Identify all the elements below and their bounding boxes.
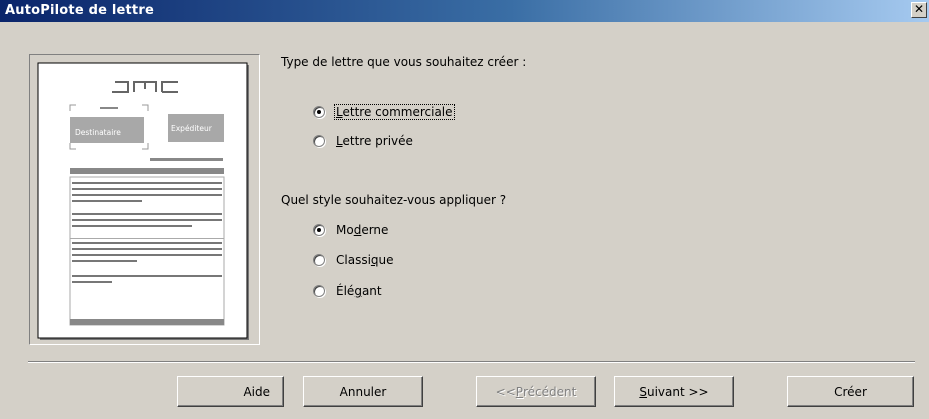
close-icon: ✕ <box>913 2 925 16</box>
next-button[interactable]: Suivant >> <box>614 376 734 407</box>
radio-label: Lettre privée <box>336 134 413 148</box>
radio-label: Lettre commerciale <box>334 104 455 120</box>
button-separator <box>28 361 915 363</box>
close-button[interactable]: ✕ <box>911 2 927 18</box>
radio-style-modern[interactable]: Moderne <box>313 222 389 238</box>
radio-label: Classique <box>336 253 394 267</box>
window-title: AutoPilote de lettre <box>5 3 154 18</box>
style-question: Quel style souhaitez-vous appliquer ? <box>281 193 507 207</box>
radio-label: Moderne <box>336 223 389 237</box>
radio-business-letter[interactable]: Lettre commerciale <box>313 104 455 120</box>
create-button[interactable]: Créer <box>787 376 914 407</box>
letter-preview-image: Destinataire Expéditeur <box>37 62 249 340</box>
radio-label: Élégant <box>336 284 382 298</box>
help-button[interactable]: Aide <box>177 376 284 407</box>
previous-button[interactable]: << Précédent <box>476 376 596 407</box>
radio-circle <box>313 135 325 147</box>
recipient-label: Destinataire <box>75 128 121 137</box>
title-bar: AutoPilote de lettre ✕ <box>0 0 929 22</box>
cancel-button[interactable]: Annuler <box>303 376 423 407</box>
letter-type-question: Type de lettre que vous souhaitez créer … <box>281 55 527 69</box>
sender-label: Expéditeur <box>171 124 213 133</box>
letter-preview-frame: Destinataire Expéditeur <box>29 54 260 345</box>
radio-style-classic[interactable]: Classique <box>313 252 395 268</box>
radio-circle <box>313 254 325 266</box>
radio-personal-letter[interactable]: Lettre privée <box>313 133 414 149</box>
radio-style-elegant[interactable]: Élégant <box>313 283 383 299</box>
radio-circle <box>313 285 325 297</box>
radio-circle <box>313 106 325 118</box>
radio-circle <box>313 224 325 236</box>
